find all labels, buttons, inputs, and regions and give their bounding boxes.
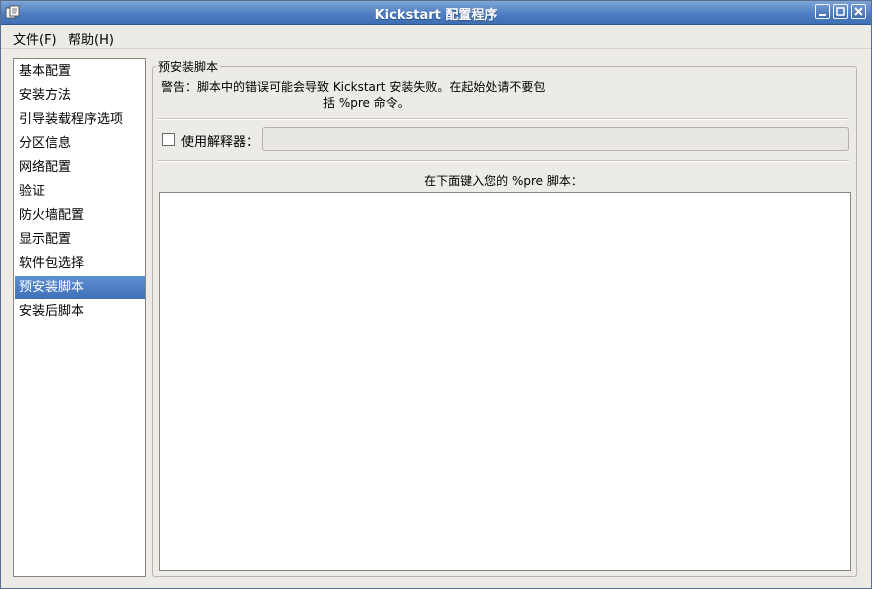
- title-bar[interactable]: Kickstart 配置程序: [1, 1, 871, 25]
- sidebar-item-post-script[interactable]: 安装后脚本: [15, 300, 145, 323]
- sidebar-item-partitions[interactable]: 分区信息: [15, 132, 145, 155]
- use-interpreter-checkbox[interactable]: [162, 133, 175, 146]
- use-interpreter-label[interactable]: 使用解释器：: [181, 131, 259, 150]
- separator: [158, 118, 849, 120]
- menu-file[interactable]: 文件(F): [10, 29, 60, 48]
- maximize-icon: [836, 7, 845, 16]
- interpreter-input[interactable]: [262, 127, 849, 151]
- minimize-icon: [819, 14, 826, 16]
- window-title: Kickstart 配置程序: [374, 8, 498, 23]
- group-title: 预安装脚本: [156, 58, 221, 75]
- sidebar-item-firewall[interactable]: 防火墙配置: [15, 204, 145, 227]
- warning-text: 警告：脚本中的错误可能会导致 Kickstart 安装失败。在起始处请不要包: [161, 80, 546, 94]
- app-window: Kickstart 配置程序 文件(F) 帮助(H) 基本配置 安装方法 引导装…: [0, 0, 872, 589]
- sidebar-item-display[interactable]: 显示配置: [15, 228, 145, 251]
- pre-script-textarea[interactable]: [159, 192, 851, 571]
- warning-text-continued: 括 %pre 命令。: [323, 96, 410, 110]
- sidebar-item-bootloader[interactable]: 引导装载程序选项: [15, 108, 145, 131]
- sidebar-item-pre-script[interactable]: 预安装脚本: [15, 276, 145, 299]
- sidebar-item-network[interactable]: 网络配置: [15, 156, 145, 179]
- script-label: 在下面键入您的 %pre 脚本：: [424, 174, 583, 188]
- separator: [158, 160, 849, 162]
- minimize-button[interactable]: [815, 4, 830, 19]
- sidebar-item-basic-config[interactable]: 基本配置: [15, 60, 145, 83]
- menu-bar: 文件(F) 帮助(H): [1, 25, 871, 49]
- sidebar-nav: 基本配置 安装方法 引导装载程序选项 分区信息 网络配置 验证 防火墙配置 显示…: [13, 58, 146, 577]
- close-button[interactable]: [851, 4, 866, 19]
- sidebar-item-authentication[interactable]: 验证: [15, 180, 145, 203]
- close-icon: [854, 7, 863, 16]
- maximize-button[interactable]: [833, 4, 848, 19]
- sidebar-item-install-method[interactable]: 安装方法: [15, 84, 145, 107]
- sidebar-item-packages[interactable]: 软件包选择: [15, 252, 145, 275]
- menu-help[interactable]: 帮助(H): [65, 29, 117, 48]
